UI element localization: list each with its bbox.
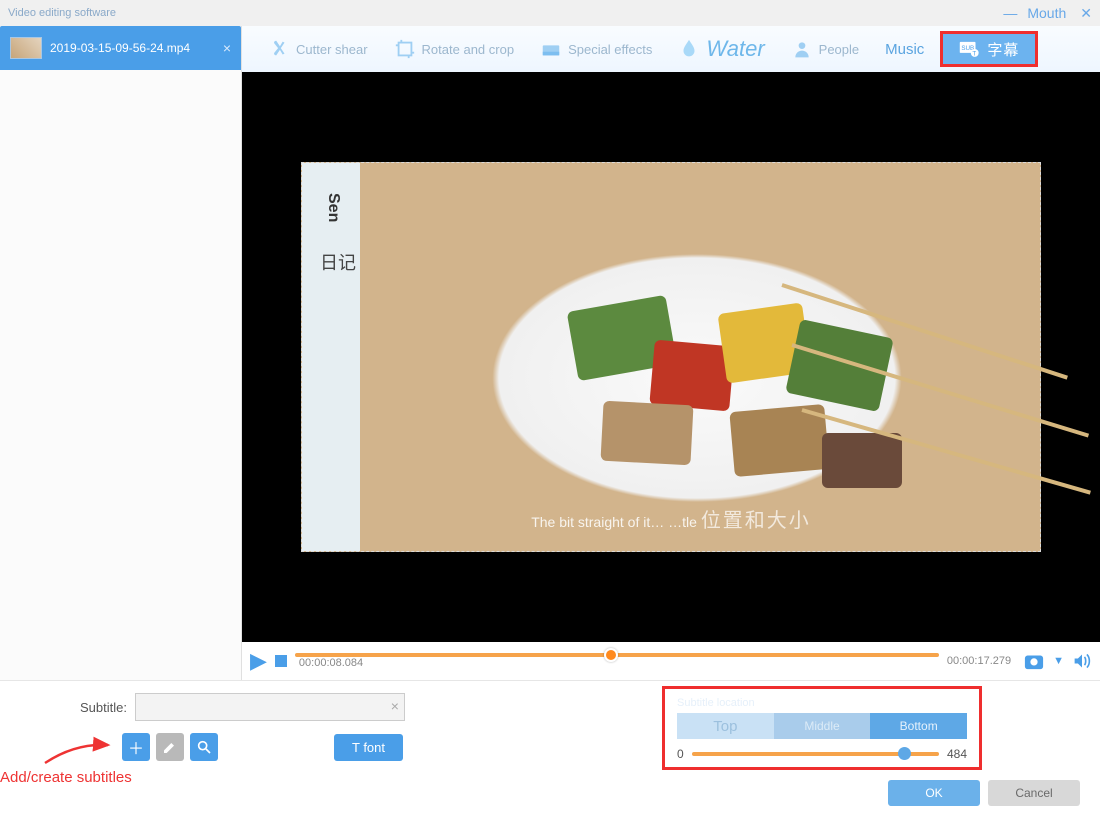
toolbar-rotate[interactable]: Rotate and crop xyxy=(384,34,525,64)
subtitle-panel-area: Subtitle: × ＋ T font Add/create subtitle… xyxy=(0,680,1100,814)
play-button[interactable]: ▶ xyxy=(250,648,267,674)
cancel-button[interactable]: Cancel xyxy=(988,780,1080,806)
time-current: 00:00:08.084 xyxy=(299,657,939,669)
play-controls: ▶ 00:00:08.084 00:00:17.279 ▼ xyxy=(242,642,1100,680)
search-subtitle-button[interactable] xyxy=(190,733,218,761)
annotation-text: Add/create subtitles xyxy=(0,769,132,786)
people-icon xyxy=(791,38,813,60)
snapshot-button[interactable] xyxy=(1023,651,1045,671)
subtitle-icon: SUBT xyxy=(959,38,981,60)
app-title: Video editing software xyxy=(8,7,116,19)
water-icon xyxy=(678,38,700,60)
toolbar-cutter[interactable]: Cutter shear xyxy=(258,34,378,64)
toolbar-people[interactable]: People xyxy=(781,34,869,64)
stop-button[interactable] xyxy=(275,655,287,667)
toolbar: Cutter shear Rotate and crop Special eff… xyxy=(242,26,1100,72)
add-subtitle-button[interactable]: ＋ xyxy=(122,733,150,761)
close-window-icon[interactable]: ✕ xyxy=(1080,5,1092,22)
video-frame[interactable]: Sen 日记 The bit straight of it… …tle 位置和大… xyxy=(301,162,1041,552)
slider-min: 0 xyxy=(677,747,684,761)
video-preview: Sen 日记 The bit straight of it… …tle 位置和大… xyxy=(242,72,1100,642)
subtitle-input[interactable] xyxy=(135,693,405,721)
file-tab[interactable]: 2019-03-15-09-56-24.mp4 × xyxy=(0,26,241,70)
toolbar-cutter-label: Cutter shear xyxy=(296,42,368,57)
position-middle-button[interactable]: Middle xyxy=(774,713,871,739)
subtitle-label: Subtitle: xyxy=(80,700,127,715)
position-slider[interactable] xyxy=(692,752,939,756)
toolbar-water-label: Water xyxy=(706,36,764,62)
subtitle-overlay-cn: 位置和大小 xyxy=(701,510,811,532)
crop-rotate-icon xyxy=(394,38,416,60)
svg-text:T: T xyxy=(973,50,977,57)
toolbar-music-label: Music xyxy=(885,41,924,58)
scissors-icon xyxy=(268,38,290,60)
window-label: Mouth xyxy=(1027,5,1066,21)
toolbar-rotate-label: Rotate and crop xyxy=(422,42,515,57)
position-panel-label: Subtitle location xyxy=(677,697,967,709)
toolbar-people-label: People xyxy=(819,42,859,57)
subtitle-overlay-en: The bit straight of it… …tle xyxy=(531,514,697,530)
clear-input-icon[interactable]: × xyxy=(391,698,399,714)
toolbar-subtitle-label: 字幕 xyxy=(987,39,1019,60)
video-side-text-cn: 日记 xyxy=(320,249,356,275)
toolbar-effects-label: Special effects xyxy=(568,42,652,57)
toolbar-music[interactable]: Music xyxy=(875,37,934,62)
video-side-text-en: Sen xyxy=(324,193,342,222)
position-top-button[interactable]: Top xyxy=(677,713,774,739)
slider-max: 484 xyxy=(947,747,967,761)
file-name: 2019-03-15-09-56-24.mp4 xyxy=(50,41,215,55)
chevron-down-icon[interactable]: ▼ xyxy=(1053,655,1064,667)
effects-icon xyxy=(540,38,562,60)
minimize-icon[interactable]: — xyxy=(1003,5,1017,21)
position-bottom-button[interactable]: Bottom xyxy=(870,713,967,739)
close-file-icon[interactable]: × xyxy=(223,40,231,56)
toolbar-water[interactable]: Water xyxy=(668,32,774,66)
file-sidebar: 2019-03-15-09-56-24.mp4 × xyxy=(0,26,242,680)
file-thumbnail xyxy=(10,37,42,59)
volume-button[interactable] xyxy=(1072,652,1092,670)
timeline-scrubber[interactable]: 00:00:08.084 xyxy=(295,653,939,669)
toolbar-subtitle[interactable]: SUBT 字幕 xyxy=(940,31,1038,67)
subtitle-position-panel: Subtitle location Top Middle Bottom 0 48… xyxy=(662,686,982,770)
annotation-arrow xyxy=(40,733,120,773)
ok-button[interactable]: OK xyxy=(888,780,980,806)
edit-subtitle-button[interactable] xyxy=(156,733,184,761)
font-button[interactable]: T font xyxy=(334,734,403,761)
toolbar-effects[interactable]: Special effects xyxy=(530,34,662,64)
time-duration: 00:00:17.279 xyxy=(947,655,1011,667)
